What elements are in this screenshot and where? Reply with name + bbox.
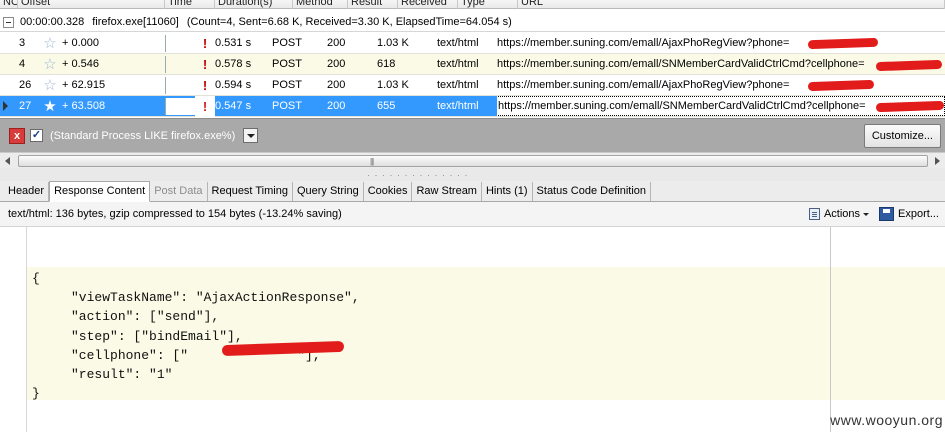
row-timeline [165, 55, 195, 73]
actions-icon[interactable] [808, 208, 820, 220]
table-row[interactable]: 4 ☆ + 0.546 ! 0.578 s POST 200 618 text/… [0, 54, 945, 75]
row-type: text/html [437, 78, 479, 91]
exclamation-icon: ! [195, 95, 215, 117]
row-method: POST [272, 78, 302, 91]
row-received: 618 [377, 57, 396, 70]
col-duration[interactable]: Duration(s) [215, 0, 293, 9]
margin-line [830, 227, 831, 432]
action-buttons: Actions Export... [808, 207, 939, 221]
col-time[interactable]: Time [165, 0, 215, 9]
star-icon[interactable]: ★ [40, 96, 60, 117]
row-type: text/html [437, 36, 479, 49]
save-icon[interactable] [879, 207, 895, 221]
tab-request-timing[interactable]: Request Timing [208, 182, 293, 201]
exclamation-icon: ! [202, 56, 208, 72]
col-offset[interactable]: Offset [18, 0, 165, 9]
chevron-down-icon[interactable] [863, 212, 870, 216]
actions-button[interactable]: Actions [824, 208, 860, 220]
row-timeline [165, 76, 195, 94]
row-method: POST [272, 36, 302, 49]
row-duration: 0.531 s [215, 36, 252, 49]
horizontal-scrollbar[interactable] [0, 152, 945, 168]
table-row[interactable]: 26 ☆ + 62.915 ! 0.594 s POST 200 1.03 K … [0, 75, 945, 96]
export-button[interactable]: Export... [898, 208, 939, 220]
row-duration: 0.594 s [215, 78, 252, 91]
row-url: https://member.suning.com/emall/AjaxPhoR… [497, 78, 790, 91]
scrollbar-thumb[interactable] [18, 155, 928, 167]
row-no: 26 [19, 78, 32, 91]
row-timeline [165, 34, 195, 52]
filter-dropdown-button[interactable] [243, 128, 259, 143]
col-result[interactable]: Result [348, 0, 398, 9]
tab-status-code-definition[interactable]: Status Code Definition [533, 182, 651, 201]
row-result: 200 [327, 57, 346, 70]
col-method[interactable]: Method [293, 0, 348, 9]
scroll-right-icon[interactable] [929, 155, 943, 167]
row-result: 200 [327, 36, 346, 49]
collapse-icon[interactable] [3, 16, 14, 28]
group-summary: (Count=4, Sent=6.68 K, Received=3.30 K, … [186, 16, 512, 28]
row-offset: + 0.000 [62, 36, 100, 49]
session-rows: 3 ☆ + 0.000 ! 0.531 s POST 200 1.03 K te… [0, 33, 945, 117]
content-summary: text/html: 136 bytes, gzip compressed to… [8, 208, 342, 220]
row-offset: + 63.508 [62, 99, 106, 112]
table-row[interactable]: 3 ☆ + 0.000 ! 0.531 s POST 200 1.03 K te… [0, 33, 945, 54]
row-type: text/html [437, 57, 479, 70]
column-header: NO. Offset Time Duration(s) Method Resul… [0, 0, 945, 9]
tab-response-content[interactable]: Response Content [49, 181, 151, 202]
row-timeline [165, 97, 195, 115]
tab-post-data[interactable]: Post Data [150, 182, 208, 201]
tab-hints[interactable]: Hints (1) [482, 182, 533, 201]
process-group-row[interactable]: 00:00:00.328 firefox.exe[11060] (Count=4… [0, 13, 945, 32]
watermark: www.wooyun.org [830, 412, 943, 428]
tab-raw-stream[interactable]: Raw Stream [412, 182, 482, 201]
row-received: 1.03 K [377, 36, 409, 49]
scrollbar-grip-icon: ||| [370, 157, 374, 166]
row-no: 27 [19, 99, 32, 112]
splitter-grip-icon: · · · · · · · · · · · · · · [367, 170, 469, 180]
tab-query-string[interactable]: Query String [293, 182, 364, 201]
star-icon[interactable]: ☆ [40, 33, 60, 54]
row-duration: 0.578 s [215, 57, 252, 70]
filter-checkbox[interactable]: ✓ [30, 129, 43, 142]
row-offset: + 62.915 [62, 78, 106, 91]
row-received: 655 [377, 99, 396, 112]
inspector-tabs: Header Response Content Post Data Reques… [0, 181, 945, 202]
star-icon[interactable]: ☆ [40, 75, 60, 96]
group-process: firefox.exe[11060] [92, 16, 179, 28]
row-no: 3 [19, 36, 26, 49]
row-received: 1.03 K [377, 78, 409, 91]
close-icon[interactable]: x [9, 127, 25, 144]
scroll-left-icon[interactable] [2, 155, 16, 167]
group-time: 00:00:00.328 [20, 16, 85, 28]
exclamation-icon: ! [202, 77, 208, 93]
response-body-view[interactable]: { "viewTaskName": "AjaxActionResponse", … [0, 227, 945, 432]
col-type[interactable]: Type [458, 0, 518, 9]
row-duration: 0.547 s [215, 99, 252, 112]
star-icon[interactable]: ☆ [40, 54, 60, 75]
row-method: POST [272, 99, 302, 112]
filter-bar: x ✓ (Standard Process LIKE firefox.exe%)… [0, 118, 945, 152]
row-type: text/html [437, 99, 479, 112]
tab-cookies[interactable]: Cookies [364, 182, 413, 201]
tab-header[interactable]: Header [4, 182, 50, 201]
session-grid: NO. Offset Time Duration(s) Method Resul… [0, 0, 945, 118]
row-offset: + 0.546 [62, 57, 100, 70]
customize-button[interactable]: Customize... [863, 123, 941, 148]
response-json: { "viewTaskName": "AjaxActionResponse", … [32, 271, 360, 402]
table-row-selected[interactable]: 27 ★ + 63.508 ! 0.547 s POST 200 655 tex… [0, 95, 945, 117]
col-received[interactable]: Received [398, 0, 458, 9]
row-result: 200 [327, 99, 346, 112]
row-no: 4 [19, 57, 26, 70]
exclamation-icon: ! [202, 35, 208, 51]
content-info-bar: text/html: 136 bytes, gzip compressed to… [0, 202, 945, 227]
col-no[interactable]: NO. [0, 0, 18, 9]
filter-expression: (Standard Process LIKE firefox.exe%) [50, 129, 236, 142]
pane-splitter[interactable]: · · · · · · · · · · · · · · [0, 168, 945, 181]
col-url[interactable]: URL [518, 0, 945, 9]
row-method: POST [272, 57, 302, 70]
row-result: 200 [327, 78, 346, 91]
